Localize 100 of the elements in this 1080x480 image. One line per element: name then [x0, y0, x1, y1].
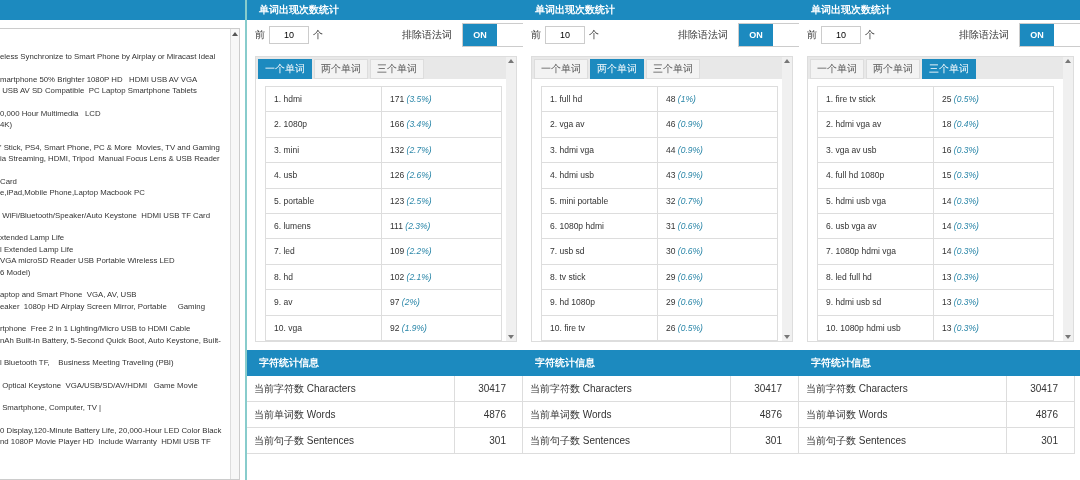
scroll-down-icon[interactable] — [784, 335, 790, 339]
table-cell: 10. vga — [266, 315, 382, 341]
table-cell: 当前单词数 Words — [799, 402, 1007, 428]
count-input[interactable]: 10 — [545, 26, 585, 44]
tab[interactable]: 一个单词 — [810, 59, 864, 79]
toggle-switch[interactable]: ON — [738, 23, 799, 47]
tab[interactable]: 一个单词 — [258, 59, 312, 79]
scroll-up-icon[interactable] — [784, 59, 790, 63]
table-cell: 当前字符数 Characters — [799, 376, 1007, 402]
table-cell: 30417 — [731, 376, 799, 402]
table-cell: 31 (0.6%) — [658, 213, 778, 240]
table-cell: 301 — [455, 428, 523, 454]
scroll-up-icon[interactable] — [1065, 59, 1071, 63]
table-cell: 当前字符数 Characters — [523, 376, 731, 402]
tab[interactable]: 两个单词 — [314, 59, 368, 79]
table-cell: 171 (3.5%) — [382, 87, 502, 113]
table-cell: 6. lumens — [266, 213, 382, 240]
table-cell: 4. full hd 1080p — [818, 163, 934, 189]
table-cell: 4876 — [1007, 402, 1075, 428]
table-cell: 46 (0.9%) — [658, 112, 778, 138]
count-input[interactable]: 10 — [269, 26, 309, 44]
scrollbar[interactable] — [782, 57, 792, 341]
table-cell: 4876 — [731, 402, 799, 428]
table-cell: 4. usb — [266, 163, 382, 189]
table-cell: 8. tv stick — [542, 264, 658, 291]
table-cell: 8. hd — [266, 264, 382, 291]
table-cell: 当前字符数 Characters — [247, 376, 455, 402]
table-cell: 10. fire tv — [542, 315, 658, 341]
table-cell: 301 — [731, 428, 799, 454]
table-cell: 7. 1080p hdmi vga — [818, 239, 934, 265]
top-label: 前 — [807, 28, 817, 42]
table-cell: 123 (2.5%) — [382, 188, 502, 214]
table-cell: 1. full hd — [542, 87, 658, 113]
table-cell: 13 (0.3%) — [934, 264, 1054, 291]
table-cell: 当前句子数 Sentences — [247, 428, 455, 454]
tab[interactable]: 三个单词 — [646, 59, 700, 79]
table-cell: 102 (2.1%) — [382, 264, 502, 291]
table-cell: 43 (0.9%) — [658, 163, 778, 189]
tab[interactable]: 三个单词 — [922, 59, 976, 79]
panel-title: 单词出现次数统计 — [799, 0, 1080, 20]
section-title: 字符统计信息 — [259, 356, 319, 370]
tab[interactable]: 两个单词 — [866, 59, 920, 79]
unit-label: 个 — [313, 28, 323, 42]
exclude-label: 排除语法词 — [678, 28, 728, 42]
table-cell: 14 (0.3%) — [934, 188, 1054, 214]
table-cell: 1. fire tv stick — [818, 87, 934, 113]
table-cell: 44 (0.9%) — [658, 137, 778, 164]
scroll-up-icon[interactable] — [508, 59, 514, 63]
scroll-down-icon[interactable] — [508, 335, 514, 339]
table-cell: 14 (0.3%) — [934, 239, 1054, 265]
toggle-switch[interactable]: ON — [1019, 23, 1080, 47]
table-cell: 当前单词数 Words — [523, 402, 731, 428]
table-cell: 132 (2.7%) — [382, 137, 502, 164]
table-cell: 13 (0.3%) — [934, 290, 1054, 316]
table-cell: 8. led full hd — [818, 264, 934, 291]
table-cell: 2. vga av — [542, 112, 658, 138]
scroll-up-icon[interactable] — [232, 32, 238, 36]
count-input[interactable]: 10 — [821, 26, 861, 44]
table-cell: 9. hd 1080p — [542, 290, 658, 316]
table-cell: 9. hdmi usb sd — [818, 290, 934, 316]
table-cell: 13 (0.3%) — [934, 315, 1054, 341]
top-label: 前 — [531, 28, 541, 42]
table-cell: 4876 — [455, 402, 523, 428]
table-cell: 2. hdmi vga av — [818, 112, 934, 138]
scrollbar[interactable] — [230, 29, 239, 479]
table-cell: 15 (0.3%) — [934, 163, 1054, 189]
table-cell: 5. mini portable — [542, 188, 658, 214]
table-cell: 4. hdmi usb — [542, 163, 658, 189]
table-cell: 126 (2.6%) — [382, 163, 502, 189]
top-label: 前 — [255, 28, 265, 42]
exclude-label: 排除语法词 — [959, 28, 1009, 42]
scrollbar[interactable] — [506, 57, 516, 341]
table-cell: 3. hdmi vga — [542, 137, 658, 164]
panel-title: 单词出现次数统计 — [523, 0, 799, 20]
table-cell: 30 (0.6%) — [658, 239, 778, 265]
scrollbar[interactable] — [1063, 57, 1073, 341]
table-cell: 29 (0.6%) — [658, 264, 778, 291]
table-cell: 92 (1.9%) — [382, 315, 502, 341]
table-cell: 109 (2.2%) — [382, 239, 502, 265]
panel-title: 单词出现次数统计 — [247, 0, 523, 20]
table-cell: 6. usb vga av — [818, 213, 934, 240]
table-cell: 26 (0.5%) — [658, 315, 778, 341]
section-title: 字符统计信息 — [811, 356, 871, 370]
unit-label: 个 — [589, 28, 599, 42]
tab[interactable]: 三个单词 — [370, 59, 424, 79]
table-cell: 6. 1080p hdmi — [542, 213, 658, 240]
table-cell: 18 (0.4%) — [934, 112, 1054, 138]
table-cell: 3. mini — [266, 137, 382, 164]
table-cell: 7. usb sd — [542, 239, 658, 265]
toggle-switch[interactable]: ON — [462, 23, 523, 47]
scroll-down-icon[interactable] — [1065, 335, 1071, 339]
text-area[interactable] — [0, 28, 240, 480]
table-cell: 111 (2.3%) — [382, 213, 502, 240]
exclude-label: 排除语法词 — [402, 28, 452, 42]
table-cell: 9. av — [266, 290, 382, 316]
tab[interactable]: 一个单词 — [534, 59, 588, 79]
table-cell: 7. led — [266, 239, 382, 265]
table-cell: 48 (1%) — [658, 87, 778, 113]
table-cell: 166 (3.4%) — [382, 112, 502, 138]
tab[interactable]: 两个单词 — [590, 59, 644, 79]
